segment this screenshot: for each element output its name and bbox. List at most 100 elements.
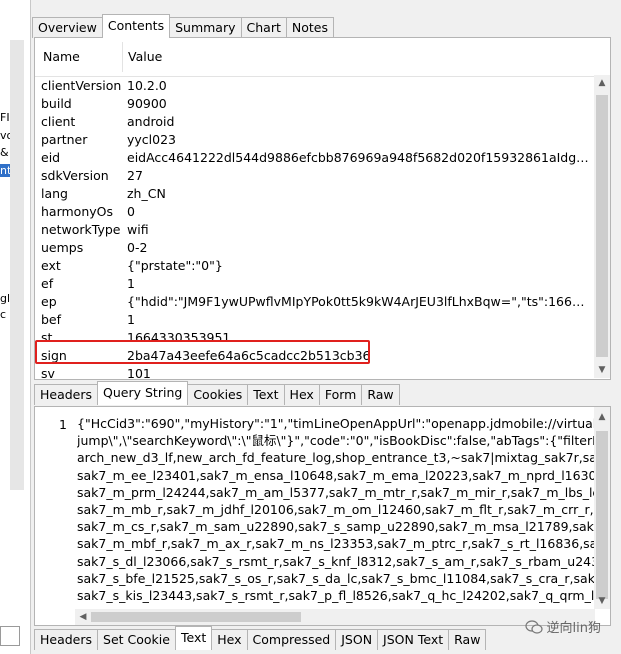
- line-number: 1: [59, 417, 67, 432]
- param-name: bef: [41, 312, 62, 327]
- tab-notes[interactable]: Notes: [285, 17, 334, 38]
- tab-chart[interactable]: Chart: [240, 17, 287, 38]
- inspector-panel: Overview Contents Summary Chart Notes Na…: [32, 0, 621, 654]
- tab-compressed[interactable]: Compressed: [246, 629, 337, 650]
- scroll-left-icon[interactable]: ◀: [75, 609, 91, 625]
- scroll-thumb[interactable]: [596, 431, 608, 599]
- param-name: sdkVersion: [41, 168, 109, 183]
- param-value: {"hdid":"JM9F1ywUPwflvMIpYPok0tt5k9kW4Ar…: [127, 294, 592, 309]
- text-line: sak7_m_mb_r,sak7_m_jdhf_l20106,sak7_m_om…: [77, 501, 597, 517]
- text-line: sak7_m_mbf_r,sak7_m_ax_r,sak7_m_ns_l2335…: [77, 536, 597, 552]
- watermark-text: 逆向lin狗: [546, 621, 601, 636]
- grid-row-ep[interactable]: ep {"hdid":"JM9F1ywUPwflvMIpYPok0tt5k9kW4…: [35, 293, 600, 311]
- grid-row-partner[interactable]: partner yycl023: [35, 131, 600, 149]
- grid-row-ext[interactable]: ext {"prstate":"0"}: [35, 257, 600, 275]
- tab-overview[interactable]: Overview: [32, 17, 103, 38]
- tab-summary[interactable]: Summary: [169, 17, 242, 38]
- grid-row-client[interactable]: client android: [35, 113, 600, 131]
- column-divider[interactable]: [122, 42, 123, 72]
- left-scrollbar[interactable]: [10, 40, 24, 490]
- param-value: 0: [127, 204, 135, 219]
- tab-headers[interactable]: Headers: [34, 629, 99, 650]
- scroll-up-icon[interactable]: ▲: [594, 75, 610, 91]
- scroll-down-icon[interactable]: ▼: [594, 593, 610, 609]
- tab-text[interactable]: Text: [247, 384, 285, 405]
- param-value: zh_CN: [127, 186, 166, 201]
- grid-row-sdkversion[interactable]: sdkVersion 27: [35, 167, 600, 185]
- wechat-icon: [524, 619, 543, 634]
- text-line: sak7_s_kis_l23443,sak7_s_rsmt_r,sak7_p_f…: [77, 587, 597, 603]
- watermark: 逆向lin狗: [524, 617, 601, 636]
- tab-json[interactable]: JSON: [335, 629, 379, 650]
- grid-row-uemps[interactable]: uemps 0-2: [35, 239, 600, 257]
- param-name: st: [41, 330, 53, 345]
- grid-row-clientversion[interactable]: clientVersion 10.2.0: [35, 77, 600, 95]
- param-name: ef: [41, 276, 54, 291]
- tab-query-string[interactable]: Query String: [97, 381, 189, 405]
- text-vertical-scrollbar[interactable]: ▲ ▼: [594, 407, 610, 609]
- param-name: networkType: [41, 222, 121, 237]
- tab-json-text[interactable]: JSON Text: [377, 629, 450, 650]
- text-line: sak7_m_cs_r,sak7_m_sam_u22890,sak7_s_sam…: [77, 519, 597, 535]
- left-fragment: c: [0, 308, 7, 321]
- tab-form[interactable]: Form: [318, 384, 363, 405]
- param-value: 10.2.0: [127, 78, 167, 93]
- param-name: harmonyOs: [41, 204, 113, 219]
- param-value: 1: [127, 276, 135, 291]
- param-value: 2ba47a43eefe64a6c5cadcc2b513cb36: [127, 348, 371, 363]
- param-value: 90900: [127, 96, 167, 111]
- line-number-gutter: 1: [35, 407, 73, 607]
- tab-cookies[interactable]: Cookies: [187, 384, 249, 405]
- tab-hex[interactable]: Hex: [283, 384, 320, 405]
- grid-row-networktype[interactable]: networkType wifi: [35, 221, 600, 239]
- param-name: partner: [41, 132, 88, 147]
- tab-raw[interactable]: Raw: [361, 384, 400, 405]
- grid-row-harmonyos[interactable]: harmonyOs 0: [35, 203, 600, 221]
- query-string-grid: Name Value clientVersion 10.2.0 build 90900…: [34, 37, 611, 380]
- param-name: ext: [41, 258, 61, 273]
- param-value: 1664330353951: [127, 330, 231, 345]
- grid-row-st[interactable]: st 1664330353951: [35, 329, 600, 347]
- grid-row-lang[interactable]: lang zh_CN: [35, 185, 600, 203]
- param-name: sign: [41, 348, 67, 363]
- grid-row-bef[interactable]: bef 1: [35, 311, 600, 329]
- tab-text[interactable]: Text: [174, 626, 213, 650]
- scroll-thumb[interactable]: [596, 95, 608, 357]
- param-name: build: [41, 96, 72, 111]
- scroll-down-icon[interactable]: ▼: [594, 362, 610, 378]
- text-line: arch_new_d3_lf,new_arch_fd_feature_log,s…: [77, 450, 597, 466]
- tab-raw[interactable]: Raw: [448, 629, 487, 650]
- text-line: {"HcCid3":"690","myHistory":"1","timLine…: [77, 416, 597, 431]
- param-value: 101: [127, 366, 151, 380]
- tab-headers[interactable]: Headers: [34, 384, 99, 405]
- grid-row-build[interactable]: build 90900: [35, 95, 600, 113]
- grid-vertical-scrollbar[interactable]: ▲ ▼: [594, 75, 610, 378]
- tab-set-cookie[interactable]: Set Cookie: [97, 629, 176, 650]
- left-fragment: gl: [0, 292, 11, 305]
- param-value: 0-2: [127, 240, 148, 255]
- param-name: sv: [41, 366, 55, 380]
- column-header-name[interactable]: Name: [43, 49, 80, 64]
- column-header-value[interactable]: Value: [128, 49, 162, 64]
- grid-row-eid[interactable]: eid eidAcc4641222dl544d9886efcbb876969a94…: [35, 149, 600, 167]
- param-value: yycl023: [127, 132, 176, 147]
- param-name: client: [41, 114, 76, 129]
- text-line: sak7_s_bfe_l21525,sak7_s_os_r,sak7_s_da_…: [77, 570, 597, 586]
- scroll-thumb[interactable]: [91, 612, 301, 622]
- tab-contents[interactable]: Contents: [101, 14, 171, 38]
- param-name: ep: [41, 294, 57, 309]
- response-text[interactable]: {"HcCid3":"690","myHistory":"1","timLine…: [77, 415, 597, 604]
- grid-row-sv[interactable]: sv 101: [35, 365, 600, 380]
- tab-hex[interactable]: Hex: [211, 629, 248, 650]
- text-horizontal-scrollbar[interactable]: ◀: [75, 609, 595, 625]
- grid-row-ef[interactable]: ef 1: [35, 275, 600, 293]
- left-input[interactable]: [0, 626, 20, 646]
- param-name: lang: [41, 186, 68, 201]
- response-text-area[interactable]: 1 {"HcCid3":"690","myHistory":"1","timLi…: [34, 406, 611, 626]
- scroll-up-icon[interactable]: ▲: [594, 409, 610, 425]
- grid-row-sign[interactable]: sign 2ba47a43eefe64a6c5cadcc2b513cb36: [35, 347, 600, 365]
- param-value: {"prstate":"0"}: [127, 258, 223, 273]
- param-value: wifi: [127, 222, 149, 237]
- left-fragment: FI: [0, 111, 10, 124]
- top-tab-bar: Overview Contents Summary Chart Notes: [32, 14, 334, 38]
